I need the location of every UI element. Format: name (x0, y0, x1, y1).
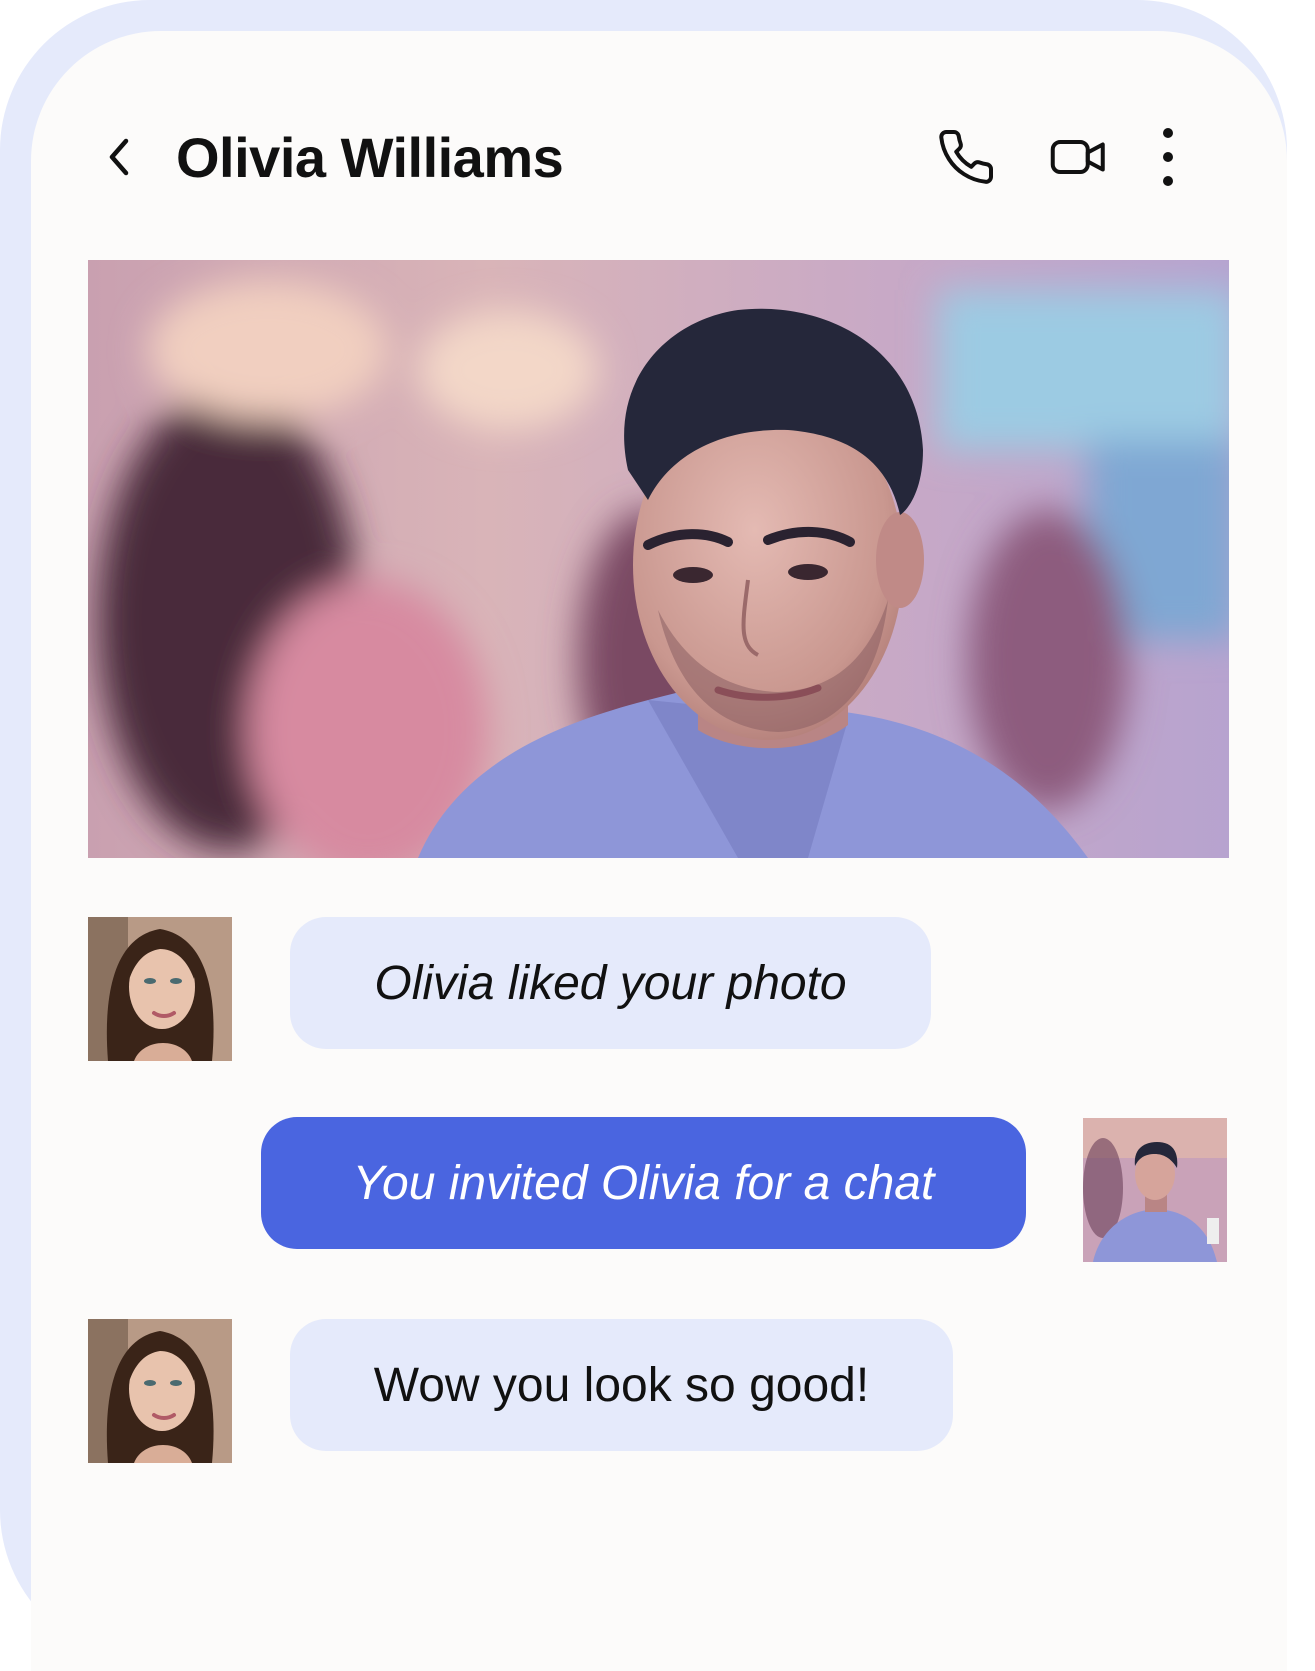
man-portrait-image (88, 260, 1229, 858)
chevron-left-icon (109, 138, 129, 176)
back-button[interactable] (93, 129, 145, 185)
olivia-avatar[interactable] (88, 917, 232, 1061)
message-bubble-outgoing: You invited Olivia for a chat (261, 1117, 1026, 1249)
message-bubble-incoming: Wow you look so good! (290, 1319, 953, 1451)
contact-name: Olivia Williams (176, 126, 564, 189)
man-avatar-image (1083, 1118, 1227, 1262)
olivia-avatar[interactable] (88, 1319, 232, 1463)
phone-icon (939, 130, 994, 184)
woman-portrait-image (88, 1319, 232, 1463)
video-call-button[interactable] (1047, 125, 1111, 189)
call-button[interactable] (934, 125, 998, 189)
phone-frame: Olivia Williams Olivia liked your photo … (0, 0, 1287, 1671)
video-camera-icon (1050, 140, 1105, 174)
user-avatar[interactable] (1083, 1118, 1227, 1262)
message-bubble-incoming: Olivia liked your photo (290, 917, 931, 1049)
woman-portrait-image (88, 917, 232, 1061)
chat-screen: Olivia Williams Olivia liked your photo … (31, 31, 1287, 1671)
more-vertical-icon (1163, 128, 1173, 186)
more-options-button[interactable] (1144, 125, 1192, 189)
shared-photo[interactable] (88, 260, 1229, 858)
